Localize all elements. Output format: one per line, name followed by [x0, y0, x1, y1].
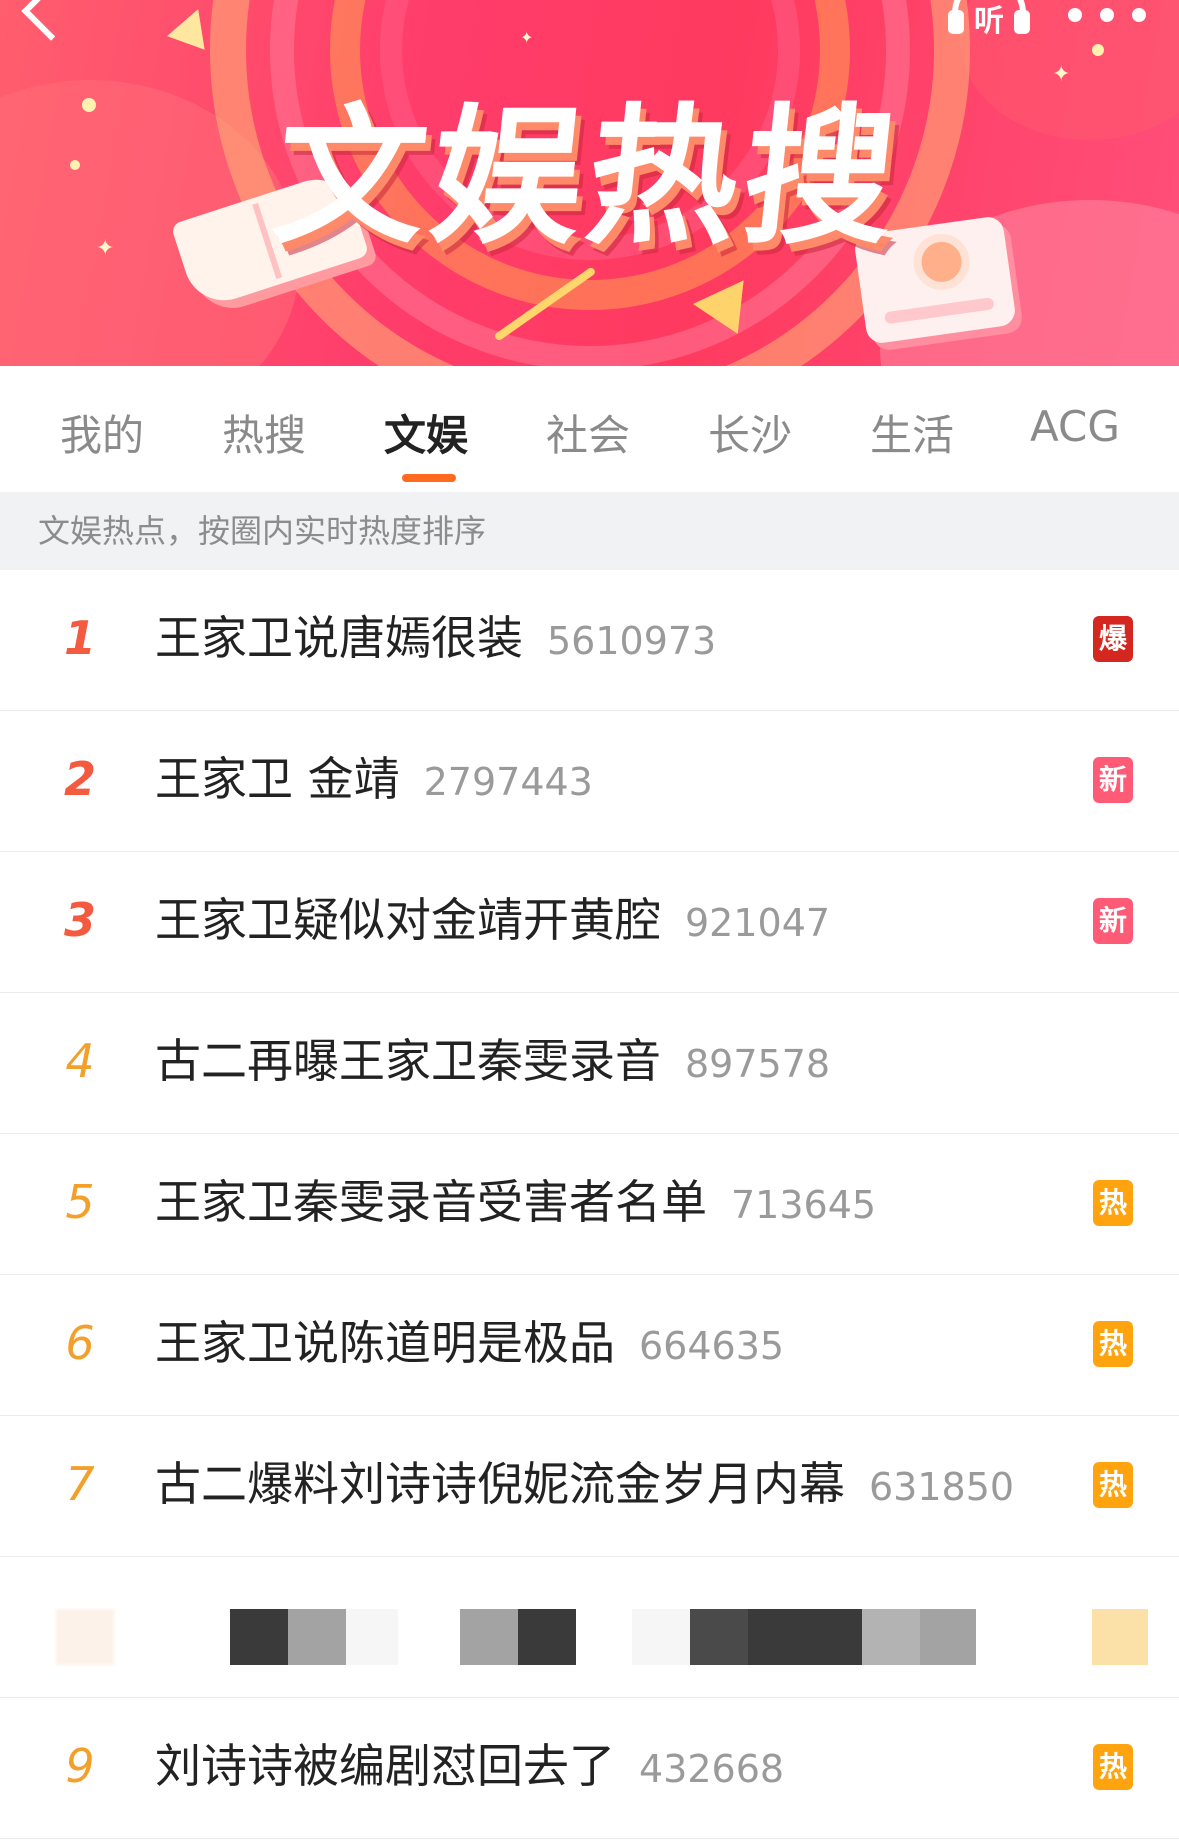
heat-count: 5610973: [547, 619, 717, 663]
heat-count: 2797443: [423, 760, 593, 804]
list-item[interactable]: 4 古二再曝王家卫秦雯录音 897578: [0, 993, 1179, 1134]
explosive-badge: 爆: [1093, 616, 1133, 662]
item-title[interactable]: 刘诗诗被编剧怼回去了: [155, 1739, 615, 1793]
active-tab-indicator: [402, 474, 456, 482]
redacted-block: [632, 1609, 690, 1665]
list-item[interactable]: 1 王家卫说唐嫣很装 5610973 爆: [0, 570, 1179, 711]
sparkle-icon: ✦: [520, 28, 534, 47]
banner: ✦ ✦ ✦ 文娱热搜 听: [0, 0, 1179, 366]
list-description: 文娱热点，按圈内实时热度排序: [0, 492, 1179, 570]
heat-count: 432668: [639, 1747, 785, 1791]
tab-hot-search[interactable]: 热搜: [222, 402, 306, 463]
list-item[interactable]: 6 王家卫说陈道明是极品 664635 热: [0, 1275, 1179, 1416]
hot-badge: 热: [1093, 1462, 1133, 1508]
list-item[interactable]: 5 王家卫秦雯录音受害者名单 713645 热: [0, 1134, 1179, 1275]
rank-number: 6: [65, 1316, 95, 1370]
rank-number: 1: [63, 611, 96, 665]
hot-search-list: 1 王家卫说唐嫣很装 5610973 爆 2 王家卫 金靖 2797443 新 3 …: [0, 570, 1179, 1839]
redacted-block: [1092, 1609, 1148, 1665]
camera-slot: [884, 297, 995, 325]
redacted-block: [460, 1609, 518, 1665]
item-title[interactable]: 王家卫疑似对金靖开黄腔: [155, 893, 661, 947]
redacted-block: [230, 1609, 288, 1665]
heat-count: 897578: [685, 1042, 831, 1086]
heat-count: 664635: [639, 1324, 785, 1368]
redacted-block: [518, 1609, 576, 1665]
redacted-block: [288, 1609, 346, 1665]
list-item[interactable]: 3 王家卫疑似对金靖开黄腔 921047 新: [0, 852, 1179, 993]
rank-number: 5: [65, 1175, 95, 1229]
list-item[interactable]: 9 刘诗诗被编剧怼回去了 432668 热: [0, 1698, 1179, 1839]
heat-count: 631850: [869, 1465, 1015, 1509]
item-title[interactable]: 王家卫 金靖: [155, 752, 400, 806]
list-item[interactable]: 7 古二爆料刘诗诗倪妮流金岁月内幕 631850 热: [0, 1416, 1179, 1557]
redacted-block: [862, 1609, 920, 1665]
category-tabs: 我的 热搜 文娱 社会 长沙 生活 ACG: [0, 366, 1179, 492]
listen-label: 听: [974, 4, 1004, 39]
rank-number: 7: [65, 1457, 95, 1511]
item-title[interactable]: 王家卫说陈道明是极品: [155, 1316, 615, 1370]
redacted-block: [346, 1609, 398, 1665]
redacted-block: [748, 1609, 862, 1665]
headphones-icon: [948, 10, 964, 34]
rank-number: 9: [65, 1739, 95, 1793]
banner-title: 文娱热搜: [266, 91, 910, 265]
tab-entertainment[interactable]: 文娱: [384, 402, 468, 463]
redacted-block: [920, 1609, 976, 1665]
more-dots-icon[interactable]: [1068, 8, 1154, 28]
tab-mine[interactable]: 我的: [60, 402, 144, 463]
redacted-block: [56, 1609, 114, 1665]
heat-count: 921047: [685, 901, 831, 945]
heat-count: 713645: [731, 1183, 877, 1227]
tab-changsha[interactable]: 长沙: [708, 402, 792, 463]
banner-decoration: [1092, 44, 1104, 56]
rank-number: 3: [63, 893, 96, 947]
new-badge: 新: [1093, 757, 1133, 803]
headphones-icon: [1014, 10, 1030, 34]
redacted-block: [690, 1609, 748, 1665]
item-title[interactable]: 王家卫秦雯录音受害者名单: [155, 1175, 707, 1229]
hot-badge: 热: [1093, 1744, 1133, 1790]
item-title[interactable]: 王家卫说唐嫣很装: [155, 611, 523, 665]
redacted-list-item[interactable]: [0, 1557, 1179, 1698]
tab-life[interactable]: 生活: [870, 402, 954, 463]
rank-number: 2: [63, 752, 96, 806]
item-title[interactable]: 古二爆料刘诗诗倪妮流金岁月内幕: [155, 1457, 845, 1511]
rank-number: 4: [65, 1034, 95, 1088]
tab-acg[interactable]: ACG: [1030, 402, 1120, 451]
new-badge: 新: [1093, 898, 1133, 944]
hot-badge: 热: [1093, 1180, 1133, 1226]
hot-badge: 热: [1093, 1321, 1133, 1367]
listen-button[interactable]: 听: [946, 0, 1032, 39]
list-item[interactable]: 2 王家卫 金靖 2797443 新: [0, 711, 1179, 852]
back-arrow-icon[interactable]: [21, 0, 81, 41]
item-title[interactable]: 古二再曝王家卫秦雯录音: [155, 1034, 661, 1088]
tab-society[interactable]: 社会: [546, 402, 630, 463]
